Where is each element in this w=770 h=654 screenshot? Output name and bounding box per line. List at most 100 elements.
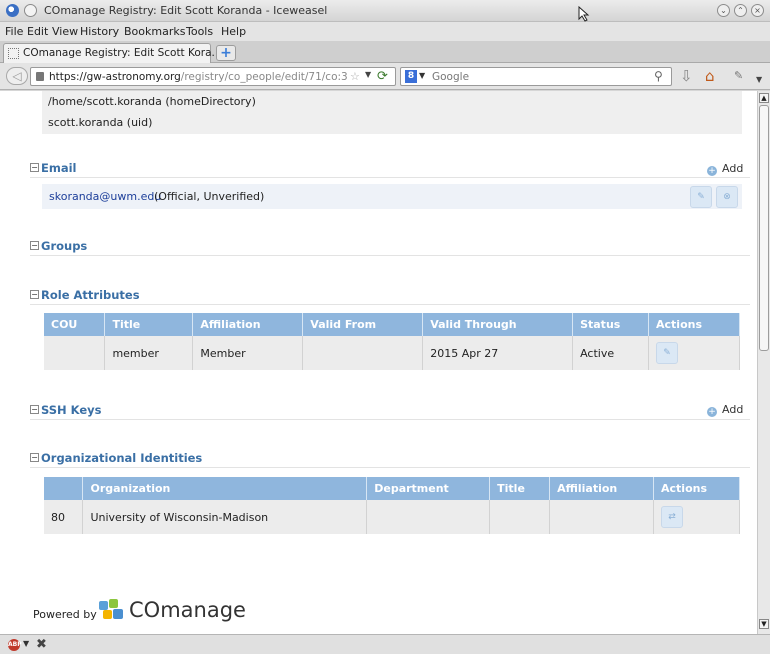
menu-help[interactable]: Help [221,25,246,38]
comanage-logo-icon[interactable] [97,598,127,624]
groups-section-header[interactable]: − Groups [30,238,750,256]
column-header: Valid Through [422,313,574,336]
download-icon[interactable]: ⇩ [680,68,693,84]
collapse-icon[interactable]: − [30,453,39,462]
page-scrollbar[interactable]: ▲ ▼ [757,91,770,634]
table-header-row: Organization Department Title Affiliatio… [44,477,740,500]
iceweasel-icon [6,4,19,17]
mouse-cursor-icon [578,6,590,22]
menu-edit[interactable]: Edit [27,25,48,38]
organization-cell: University of Wisconsin-Madison [82,500,368,534]
collapse-icon[interactable]: − [30,290,39,299]
comanage-brand[interactable]: COmanage [129,598,246,622]
search-icon[interactable]: ⚲ [654,69,663,83]
menu-view[interactable]: View [52,25,78,38]
org-identities-section-title: Organizational Identities [41,451,203,465]
search-engine-dropdown-icon[interactable]: ▼ [419,71,425,80]
actions-cell: ✎ [648,336,740,370]
menu-tools[interactable]: Tools [186,25,213,38]
google-engine-icon[interactable]: 8 [405,70,417,83]
scrollbar-thumb[interactable] [759,105,769,351]
window-menu-icon[interactable] [24,4,37,17]
column-header: Title [489,477,551,500]
adblock-icon[interactable]: ABP [8,639,22,651]
column-header [44,477,84,500]
adblock-dropdown-icon[interactable]: ▼ [23,639,29,648]
column-header: Organization [82,477,368,500]
column-header: Affiliation [549,477,655,500]
menu-history[interactable]: History [80,25,119,38]
url-text: https://gw-astronomy.org/registry/co_peo… [49,71,348,83]
back-button[interactable]: ◁ [6,67,28,85]
tab-label: COmanage Registry: Edit Scott Kora... [23,47,222,59]
edit-role-button[interactable]: ✎ [656,342,679,364]
ssh-keys-section-header[interactable]: − SSH Keys [30,402,750,420]
edit-email-button[interactable]: ✎ [690,186,712,208]
column-header: Status [572,313,650,336]
add-icon: + [707,407,717,417]
actions-cell: ⇄ [653,500,740,534]
close-addon-bar-icon[interactable]: ✖ [36,637,47,652]
affiliation-cell: Member [192,336,304,370]
org-identities-table: Organization Department Title Affiliatio… [44,477,740,534]
lock-icon [36,72,44,81]
column-header: Department [366,477,491,500]
menu-file[interactable]: File [5,25,23,38]
column-header: Valid From [302,313,424,336]
tab-active[interactable]: COmanage Registry: Edit Scott Kora... [3,43,222,63]
new-tab-button[interactable]: + [216,45,236,61]
page-content: /home/scott.koranda (homeDirectory) scot… [0,91,757,634]
add-email-link[interactable]: + Add [707,162,743,176]
delete-email-button[interactable]: ⊗ [716,186,738,208]
scroll-up-icon[interactable]: ▲ [759,93,769,103]
title-cell: member [104,336,194,370]
window-titlebar: COmanage Registry: Edit Scott Koranda - … [0,0,770,22]
scroll-down-icon[interactable]: ▼ [759,619,769,629]
menu-bookmarks[interactable]: Bookmarks [124,25,185,38]
home-icon[interactable]: ⌂ [705,68,715,84]
column-header: Affiliation [192,313,304,336]
ssh-keys-section-title: SSH Keys [41,403,102,417]
table-row: member Member 2015 Apr 27 Active ✎ [44,336,740,370]
navigation-toolbar: ◁ https://gw-astronomy.org/registry/co_p… [0,63,770,90]
groups-section-title: Groups [41,239,88,253]
status-bar: ABP ▼ ✖ [0,634,770,654]
addon-icon[interactable]: ✎ [734,68,743,84]
view-org-identity-button[interactable]: ⇄ [661,506,684,528]
toolbar-menu-icon[interactable]: ▼ [756,72,762,88]
add-icon: + [707,166,717,176]
role-attributes-section-header[interactable]: − Role Attributes [30,287,750,305]
email-section-header[interactable]: − Email [30,160,750,178]
role-attributes-section-title: Role Attributes [41,288,140,302]
email-address-link[interactable]: skoranda@uwm.edu [49,190,161,203]
url-bar[interactable]: https://gw-astronomy.org/registry/co_peo… [30,67,396,86]
valid-through-cell: 2015 Apr 27 [422,336,574,370]
add-ssh-key-label: Add [722,403,744,416]
identifier-row: /home/scott.koranda (homeDirectory) [42,91,742,113]
bookmark-star-icon[interactable]: ☆ [350,70,360,83]
department-cell [366,500,491,534]
column-header: COU [44,313,106,336]
collapse-icon[interactable]: − [30,405,39,414]
affiliation-cell [549,500,655,534]
close-icon[interactable]: × [751,4,764,17]
email-section-title: Email [41,161,77,175]
tabbar: COmanage Registry: Edit Scott Kora... + [0,41,770,63]
url-path: /registry/co_people/edit/71/co:3 [180,71,348,83]
maximize-icon[interactable]: ⌃ [734,4,747,17]
org-identities-section-header[interactable]: − Organizational Identities [30,450,750,468]
collapse-icon[interactable]: − [30,163,39,172]
column-header: Actions [648,313,740,336]
email-row: skoranda@uwm.edu (Official, Unverified) … [42,184,742,209]
search-bar[interactable]: 8 ▼ Google ⚲ [400,67,672,86]
minimize-icon[interactable]: ⌄ [717,4,730,17]
add-ssh-key-link[interactable]: + Add [707,403,743,417]
email-meta: (Official, Unverified) [154,190,265,203]
url-dropdown-icon[interactable]: ▼ [365,70,371,79]
reload-icon[interactable]: ⟳ [377,69,388,84]
collapse-icon[interactable]: − [30,241,39,250]
id-cell: 80 [44,500,84,534]
add-email-label: Add [722,162,744,175]
identifier-row: scott.koranda (uid) [42,112,742,134]
title-cell [489,500,551,534]
